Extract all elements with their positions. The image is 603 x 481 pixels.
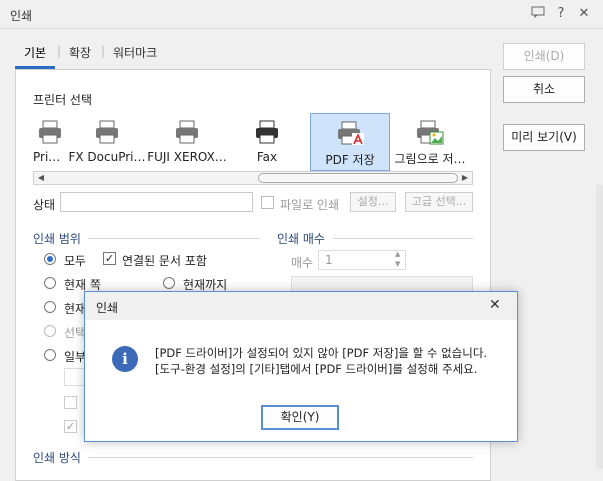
range-current-label: 현재 [64, 302, 87, 316]
range-selection-radio[interactable] [44, 325, 56, 337]
copies-input[interactable]: 1 ▲ ▼ [318, 250, 406, 270]
scroll-thumb[interactable] [258, 173, 458, 183]
help-icon[interactable]: ? [553, 6, 569, 22]
alert-dialog: 인쇄 ✕ i [PDF 드라이버]가 설정되어 있지 않아 [PDF 저장]을 … [84, 291, 518, 442]
printer-item-pdf[interactable]: PDF 저장 [310, 113, 390, 171]
print-to-file-label: 파일로 인쇄 [280, 198, 340, 212]
dialog-message-line2: [도구-환경 설정]의 [기타]탭에서 [PDF 드라이버]를 설정해 주세요. [155, 362, 478, 376]
print-method-title: 인쇄 방식 [33, 451, 81, 465]
printer-icon [176, 120, 198, 144]
spin-down-icon[interactable]: ▼ [395, 260, 400, 268]
info-icon: i [112, 346, 138, 372]
printer-item-fax[interactable]: Fax [227, 113, 307, 171]
option-checkbox[interactable] [64, 396, 77, 409]
tab-extended[interactable]: 확장 [69, 44, 91, 61]
window-title: 인쇄 [10, 9, 33, 23]
printer-icon [39, 120, 61, 144]
dialog-message-line1: [PDF 드라이버]가 설정되어 있지 않아 [PDF 저장]을 할 수 없습니… [155, 346, 488, 360]
collate-preview [291, 276, 473, 292]
linked-docs-label: 연결된 문서 포함 [122, 254, 207, 268]
linked-docs-checkbox[interactable]: ✓ [103, 252, 116, 265]
preview-button[interactable]: 미리 보기(V) [503, 124, 585, 151]
printer-section-title: 프린터 선택 [33, 93, 93, 107]
advanced-options-button[interactable]: 고급 선택... [405, 192, 473, 212]
scroll-right-icon[interactable]: ▶ [458, 172, 472, 184]
ok-button[interactable]: 확인(Y) [261, 405, 339, 430]
status-field [60, 192, 253, 212]
settings-button[interactable]: 설정... [350, 192, 396, 212]
dialog-title-bar: 인쇄 ✕ [85, 292, 517, 320]
option-checkbox-checked[interactable]: ✓ [64, 420, 77, 433]
partial-pages-input[interactable] [64, 368, 86, 386]
scroll-left-icon[interactable]: ◀ [34, 172, 48, 184]
range-current-page-radio[interactable] [44, 277, 56, 289]
status-label: 상태 [33, 198, 56, 212]
printer-list[interactable]: Pri… FX DocuPri… FUJI XEROX… Fax PDF 저장 … [33, 113, 473, 171]
printer-scrollbar[interactable]: ◀ ▶ [33, 171, 473, 185]
tab-basic[interactable]: 기본 [24, 44, 46, 61]
close-icon[interactable]: ✕ [576, 6, 592, 22]
range-partial-radio[interactable] [44, 349, 56, 361]
range-current-radio[interactable] [44, 301, 56, 313]
print-button[interactable]: 인쇄(D) [503, 43, 585, 70]
print-range-title: 인쇄 범위 [33, 232, 81, 246]
dialog-title: 인쇄 [96, 301, 119, 315]
range-all-label: 모두 [64, 254, 87, 268]
image-printer-icon [417, 120, 444, 145]
printer-item-image[interactable]: 그림으로 저… [390, 113, 470, 171]
close-icon[interactable]: ✕ [489, 297, 501, 313]
print-to-file-checkbox[interactable] [261, 196, 274, 209]
copies-title: 인쇄 매수 [277, 232, 325, 246]
range-selection-label: 선택 [64, 326, 87, 340]
cancel-button[interactable]: 취소 [503, 76, 585, 103]
printer-icon [96, 120, 118, 144]
copies-label: 매수 [291, 256, 314, 270]
background-scroll-edge [596, 185, 603, 469]
printer-item[interactable]: Pri… [33, 113, 65, 171]
tab-watermark[interactable]: 워터마크 [113, 44, 157, 61]
printer-item[interactable]: FUJI XEROX… [147, 113, 227, 171]
range-until-current-radio[interactable] [163, 277, 175, 289]
pdf-printer-icon [338, 121, 364, 145]
range-all-radio[interactable] [44, 253, 56, 265]
chat-icon[interactable] [530, 6, 546, 22]
range-partial-label: 일부 [64, 350, 87, 364]
spin-up-icon[interactable]: ▲ [395, 250, 400, 258]
fax-printer-icon [256, 120, 278, 144]
printer-item[interactable]: FX DocuPri… [67, 113, 147, 171]
title-bar: 인쇄 ? ✕ [0, 0, 603, 29]
